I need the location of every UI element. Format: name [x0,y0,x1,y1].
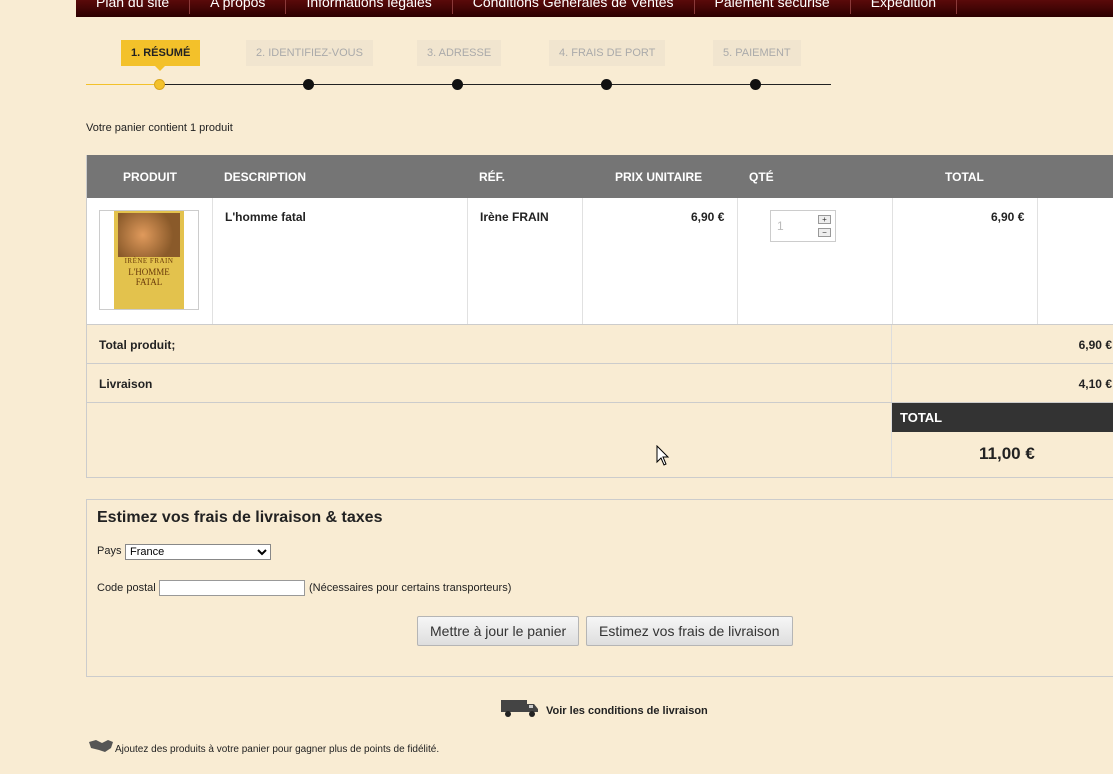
step-identifiez-vous: 2. IDENTIFIEZ-VOUS [246,40,373,66]
grand-total-row: TOTAL 11,00 € [87,403,1113,478]
product-unit-price: 6,90 € [691,210,725,224]
quantity-increase-button[interactable]: + [818,215,831,224]
product-total: 6,90 € [991,210,1025,224]
loyalty-text: Ajoutez des produits à votre panier pour… [115,744,440,755]
checkout-steps: 1. RÉSUMÉ 2. IDENTIFIEZ-VOUS 3. ADRESSE … [86,40,832,90]
grand-total-value: 11,00 € [979,444,1035,463]
shipping-estimate-panel: Estimez vos frais de livraison & taxes P… [86,499,1113,677]
top-navigation: Plan du site A propos Informations légal… [76,0,1113,17]
cover-title: L'HOMME FATAL [128,267,170,287]
step-dot-3 [452,79,463,90]
postal-code-label: Code postal [97,582,156,594]
step-dot-1 [154,79,165,90]
cart-table-header: PRODUIT DESCRIPTION RÉF. PRIX UNITAIRE Q… [87,155,1113,198]
shipping-value: 4,10 € [1078,377,1112,391]
shipping-row: Livraison 4,10 € [87,364,1113,403]
product-image[interactable]: IRÈNE FRAIN L'HOMME FATAL [99,210,199,310]
total-products-label: Total produit; [99,338,176,352]
step-resume: 1. RÉSUMÉ [121,40,201,66]
nav-a-propos[interactable]: A propos [190,0,287,14]
header-qte: QTÉ [749,170,774,184]
nav-paiement-securise[interactable]: Paiement sécurisé [695,0,851,14]
nav-plan-du-site[interactable]: Plan du site [76,0,191,14]
update-cart-button[interactable]: Mettre à jour le panier [417,616,580,646]
header-total: TOTAL [945,170,984,184]
estimate-title: Estimez vos frais de livraison & taxes [97,509,383,526]
cart-table: PRODUIT DESCRIPTION RÉF. PRIX UNITAIRE Q… [86,155,1113,478]
postal-code-note: (Nécessaires pour certains transporteurs… [309,582,512,594]
shipping-label: Livraison [99,377,153,391]
estimate-shipping-button[interactable]: Estimez vos frais de livraison [586,616,793,646]
cover-illustration [118,213,180,257]
product-ref: Irène FRAIN [480,210,549,224]
country-select[interactable]: France [125,544,271,560]
truck-icon [501,700,538,717]
postal-code-input[interactable] [159,580,305,596]
delivery-conditions-link[interactable]: Voir les conditions de livraison [546,705,708,717]
cursor-icon [656,445,670,466]
total-products-row: Total produit; 6,90 € [87,325,1113,364]
nav-informations-legales[interactable]: Informations légales [286,0,453,14]
step-dot-4 [601,79,612,90]
step-adresse: 3. ADRESSE [417,40,502,66]
handshake-icon [89,740,113,752]
step-dot-5 [750,79,761,90]
cover-author: IRÈNE FRAIN [124,257,174,265]
nav-expedition[interactable]: Expédition [851,0,958,14]
nav-cgv[interactable]: Conditions Générales de Ventes [453,0,695,14]
step-frais-de-port: 4. FRAIS DE PORT [549,40,666,66]
header-description: DESCRIPTION [224,170,307,184]
loyalty-message: Ajoutez des produits à votre panier pour… [88,738,439,757]
step-paiement: 5. PAIEMENT [713,40,801,66]
header-prix-unitaire: PRIX UNITAIRE [615,170,703,184]
product-description-link[interactable]: L'homme fatal [225,210,306,224]
grand-total-label: TOTAL [892,403,1113,432]
quantity-stepper: + − [770,210,836,242]
cart-summary: Votre panier contient 1 produit [86,122,233,134]
header-produit: PRODUIT [123,170,177,184]
header-ref: RÉF. [479,170,506,184]
table-row: IRÈNE FRAIN L'HOMME FATAL L'homme fatal … [87,198,1113,325]
book-cover: IRÈNE FRAIN L'HOMME FATAL [114,211,184,309]
country-label: Pays [97,545,122,557]
steps-line-done [86,84,160,85]
step-dot-2 [303,79,314,90]
total-products-value: 6,90 € [1078,338,1112,352]
quantity-input[interactable] [777,219,807,233]
quantity-decrease-button[interactable]: − [818,228,831,237]
